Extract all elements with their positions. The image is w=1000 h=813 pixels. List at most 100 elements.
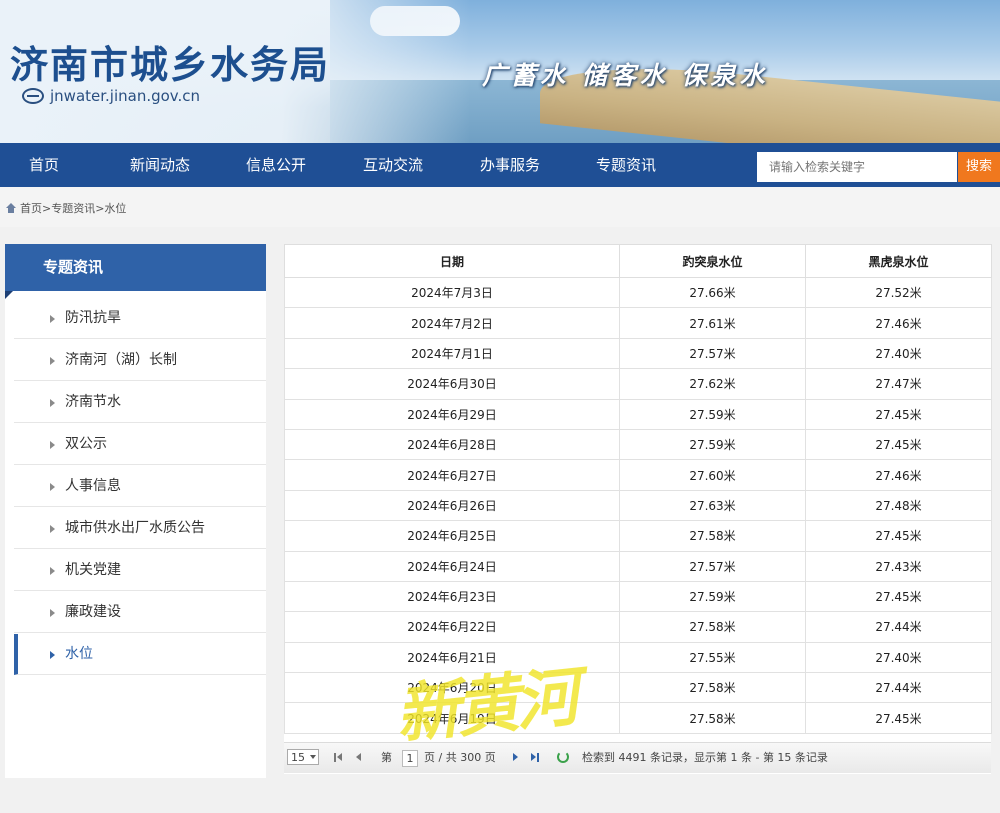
cell-heihu-level: 27.45米 (805, 520, 992, 552)
sidebar-item-integrity[interactable]: 廉政建设 (14, 592, 266, 633)
caret-right-icon (50, 525, 55, 533)
cell-date: 2024年6月29日 (284, 398, 620, 430)
table-header-row: 日期 趵突泉水位 黑虎泉水位 (284, 244, 992, 278)
cell-baotu-level: 27.55米 (619, 641, 806, 674)
nav-item-home[interactable]: 首页 (29, 143, 59, 187)
search-button[interactable]: 搜索 (958, 152, 1000, 182)
cell-date: 2024年6月26日 (284, 489, 620, 522)
cell-date: 2024年6月27日 (284, 459, 620, 491)
table-row: 2024年6月25日 27.58米 27.45米 (284, 520, 992, 552)
table-row: 2024年7月1日 27.57米 27.40米 (284, 337, 992, 370)
prev-page-icon[interactable] (355, 753, 363, 762)
table-row: 2024年6月23日 27.59米 27.45米 (284, 580, 992, 613)
sidebar-item-double-disclosure[interactable]: 双公示 (14, 424, 266, 465)
caret-right-icon (50, 399, 55, 407)
cell-date: 2024年6月22日 (284, 611, 620, 643)
sidebar-item-label: 防汛抗旱 (65, 310, 121, 326)
caret-right-icon (50, 651, 55, 659)
first-page-icon[interactable] (334, 753, 342, 762)
next-page-icon[interactable] (512, 753, 520, 762)
site-title[interactable]: 济南市城乡水务局 (10, 34, 330, 89)
site-logo-icon (22, 88, 44, 104)
breadcrumb: 首页>专题资讯>水位 (6, 200, 126, 216)
cell-baotu-level: 27.61米 (619, 307, 806, 339)
site-url-text: jnwater.jinan.gov.cn (50, 87, 201, 105)
cell-date: 2024年7月1日 (284, 337, 620, 370)
table-row: 2024年6月29日 27.59米 27.45米 (284, 398, 992, 430)
caret-right-icon (50, 483, 55, 491)
cell-heihu-level: 27.40米 (805, 337, 992, 370)
sidebar-item-personnel[interactable]: 人事信息 (14, 466, 266, 507)
cell-date: 2024年6月25日 (284, 520, 620, 552)
table-row: 2024年6月24日 27.57米 27.43米 (284, 550, 992, 582)
page-prefix: 第 (381, 751, 392, 764)
sidebar-item-water-level[interactable]: 水位 (14, 634, 266, 675)
caret-right-icon (50, 567, 55, 575)
sidebar-item-label: 廉政建设 (65, 604, 121, 620)
nav-item-news[interactable]: 新闻动态 (130, 143, 190, 187)
cell-heihu-level: 27.52米 (805, 276, 992, 309)
cell-heihu-level: 27.46米 (805, 307, 992, 339)
sidebar-item-label: 济南河（湖）长制 (65, 352, 177, 368)
cell-heihu-level: 27.44米 (805, 611, 992, 643)
sidebar-title: 专题资讯 (5, 244, 266, 299)
sidebar-item-water-quality[interactable]: 城市供水出厂水质公告 (14, 508, 266, 549)
nav-item-topics[interactable]: 专题资讯 (596, 143, 656, 187)
pagination-bar: 15 第 1 页 / 共 300 页 检索到 4491 条记录，显示第 1 条 … (284, 742, 991, 773)
cell-baotu-level: 27.66米 (619, 276, 806, 309)
cell-baotu-level: 27.58米 (619, 702, 806, 734)
refresh-icon[interactable] (557, 751, 569, 763)
cell-date: 2024年6月28日 (284, 428, 620, 461)
nav-item-services[interactable]: 办事服务 (480, 143, 540, 187)
sidebar-item-label: 机关党建 (65, 562, 121, 578)
cell-baotu-level: 27.58米 (619, 611, 806, 643)
cell-heihu-level: 27.46米 (805, 459, 992, 491)
cell-baotu-level: 27.58米 (619, 672, 806, 704)
table-row: 2024年6月26日 27.63米 27.48米 (284, 489, 992, 522)
cell-date: 2024年6月30日 (284, 368, 620, 400)
nav-item-info[interactable]: 信息公开 (246, 143, 306, 187)
cell-heihu-level: 27.44米 (805, 672, 992, 704)
caret-right-icon (50, 357, 55, 365)
caret-right-icon (50, 315, 55, 323)
column-header-baotu-spring[interactable]: 趵突泉水位 (619, 244, 806, 278)
cell-baotu-level: 27.60米 (619, 459, 806, 491)
table-row: 2024年6月19日 27.58米 27.45米 (284, 702, 992, 734)
cell-baotu-level: 27.58米 (619, 520, 806, 552)
cell-heihu-level: 27.45米 (805, 580, 992, 613)
sidebar-item-water-saving[interactable]: 济南节水 (14, 382, 266, 423)
cell-date: 2024年6月24日 (284, 550, 620, 582)
breadcrumb-text[interactable]: 首页>专题资讯>水位 (20, 200, 126, 216)
cell-date: 2024年6月23日 (284, 580, 620, 613)
site-url: jnwater.jinan.gov.cn (22, 87, 200, 105)
table-row: 2024年6月30日 27.62米 27.47米 (284, 368, 992, 400)
cell-baotu-level: 27.59米 (619, 428, 806, 461)
table-row: 2024年7月2日 27.61米 27.46米 (284, 307, 992, 339)
sidebar-item-label: 双公示 (65, 436, 107, 452)
sidebar-item-label: 城市供水出厂水质公告 (65, 520, 205, 536)
water-level-table: 日期 趵突泉水位 黑虎泉水位 2024年7月3日 27.66米 27.52米 2024… (284, 244, 992, 734)
table-row: 2024年6月28日 27.59米 27.45米 (284, 428, 992, 461)
table-row: 2024年6月27日 27.60米 27.46米 (284, 459, 992, 491)
search-input[interactable] (757, 152, 957, 182)
sidebar-item-flood-control[interactable]: 防汛抗旱 (14, 298, 266, 339)
cell-baotu-level: 27.59米 (619, 580, 806, 613)
nav-item-interaction[interactable]: 互动交流 (363, 143, 423, 187)
sidebar-item-party-building[interactable]: 机关党建 (14, 550, 266, 591)
caret-right-icon (50, 609, 55, 617)
last-page-icon[interactable] (531, 753, 539, 762)
cell-baotu-level: 27.57米 (619, 550, 806, 582)
column-header-heihu-spring[interactable]: 黑虎泉水位 (805, 244, 992, 278)
table-row: 2024年7月3日 27.66米 27.52米 (284, 276, 992, 309)
home-icon (6, 203, 16, 213)
watermark-logo: 新黄河 (392, 659, 580, 754)
cell-heihu-level: 27.48米 (805, 489, 992, 522)
cell-heihu-level: 27.43米 (805, 550, 992, 582)
cell-baotu-level: 27.62米 (619, 368, 806, 400)
banner-slogan: 广蓄水 储客水 保泉水 (482, 61, 769, 90)
chevron-down-icon (310, 755, 316, 759)
table-row: 2024年6月20日 27.58米 27.44米 (284, 672, 992, 704)
sidebar-item-river-chief[interactable]: 济南河（湖）长制 (14, 340, 266, 381)
cell-baotu-level: 27.57米 (619, 337, 806, 370)
column-header-date[interactable]: 日期 (284, 244, 620, 278)
